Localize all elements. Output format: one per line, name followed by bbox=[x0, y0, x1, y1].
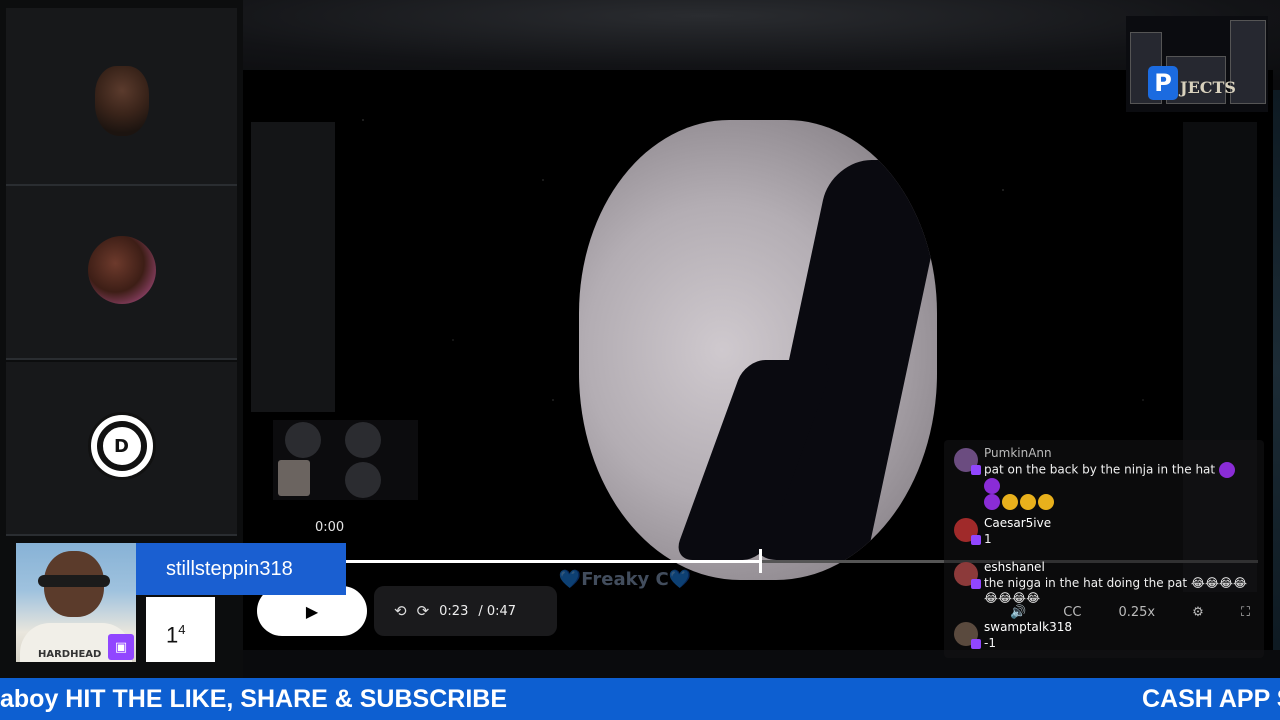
participant-avatar bbox=[94, 66, 149, 136]
chat-avatar bbox=[954, 518, 981, 545]
duration: / 0:47 bbox=[478, 603, 517, 619]
participant-avatar: D bbox=[87, 412, 156, 480]
video-settings-bar: 🔊 CC 0.25x ⚙ ⛶ bbox=[1010, 600, 1250, 624]
participant-tile-2[interactable] bbox=[6, 186, 237, 360]
chat-text: -1 bbox=[984, 636, 996, 650]
chat-overlay: PumkinAnn pat on the back by the ninja i… bbox=[944, 440, 1264, 658]
progress-fill bbox=[336, 560, 761, 563]
participant-avatar bbox=[87, 236, 156, 304]
time-start-label: 0:00 bbox=[315, 520, 345, 535]
progress-handle[interactable] bbox=[759, 549, 763, 573]
chat-text: 1 bbox=[984, 532, 992, 546]
brand-logo-icon: D bbox=[96, 421, 147, 471]
chat-text: pat on the back by the ninja in the hat bbox=[984, 462, 1254, 510]
background-panel bbox=[251, 122, 335, 412]
chat-message: Caesar5ive 1 bbox=[954, 516, 1254, 546]
rewind-icon[interactable]: ⟲ bbox=[394, 602, 407, 620]
playback-speed[interactable]: 0.25x bbox=[1118, 605, 1155, 620]
video-frame[interactable] bbox=[579, 120, 937, 580]
chat-avatar bbox=[954, 622, 981, 649]
forward-icon[interactable]: ⟳ bbox=[417, 602, 430, 620]
chat-username: eshshanel bbox=[984, 560, 1045, 574]
ticker-text-right: CASH APP S bbox=[1142, 685, 1280, 713]
captions-icon[interactable]: CC bbox=[1063, 605, 1081, 620]
channel-logo: P JECTS bbox=[1126, 16, 1268, 112]
current-time: 0:23 bbox=[439, 603, 469, 619]
ticker-text: aboy HIT THE LIKE, SHARE & SUBSCRIBE bbox=[0, 685, 507, 713]
sunglasses-graphic bbox=[38, 575, 110, 587]
twitch-icon: ▣ bbox=[108, 634, 134, 660]
chat-avatar bbox=[954, 448, 981, 475]
logo-text: JECTS bbox=[1180, 78, 1236, 97]
settings-icon[interactable]: ⚙ bbox=[1192, 605, 1204, 620]
logo-letter: P bbox=[1148, 66, 1178, 100]
play-icon: ▶ bbox=[305, 601, 319, 621]
participant-tile-3[interactable]: D bbox=[6, 362, 237, 536]
chat-message: PumkinAnn pat on the back by the ninja i… bbox=[954, 446, 1254, 510]
ticker-bar: aboy HIT THE LIKE, SHARE & SUBSCRIBE CAS… bbox=[0, 678, 1280, 720]
chat-message: swamptalk318 -1 bbox=[954, 620, 1254, 650]
chat-username: Caesar5ive bbox=[984, 516, 1052, 530]
chat-avatar bbox=[954, 562, 981, 589]
participant-tile-1[interactable] bbox=[6, 8, 237, 186]
chat-username: PumkinAnn bbox=[984, 446, 1052, 460]
transport-controls: ⟲ ⟳ 0:23 / 0:47 bbox=[374, 586, 557, 636]
fullscreen-icon[interactable]: ⛶ bbox=[1241, 605, 1250, 620]
mini-participant-grid bbox=[273, 420, 418, 500]
volume-icon[interactable]: 🔊 bbox=[1010, 605, 1026, 620]
streamer-count: 14 bbox=[146, 597, 215, 662]
shirt-text: HARDHEAD bbox=[38, 649, 102, 660]
streamer-name: stillsteppin318 bbox=[136, 543, 346, 595]
